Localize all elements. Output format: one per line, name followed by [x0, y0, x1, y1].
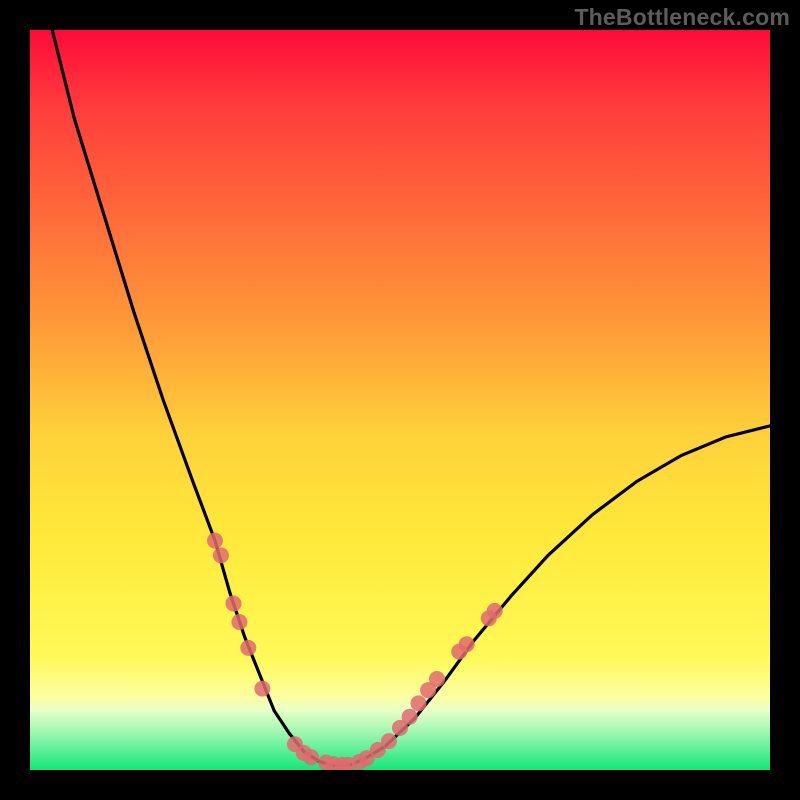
data-marker	[411, 695, 427, 711]
data-marker	[231, 614, 247, 630]
plot-area	[30, 30, 770, 770]
data-marker	[213, 547, 229, 563]
data-marker	[487, 603, 503, 619]
data-marker	[254, 681, 270, 697]
data-marker	[240, 640, 256, 656]
data-marker	[429, 671, 445, 687]
data-marker	[303, 749, 319, 765]
chart-frame: TheBottleneck.com	[0, 0, 800, 800]
data-marker	[402, 709, 418, 725]
data-marker	[381, 733, 397, 749]
bottleneck-curve	[52, 30, 770, 766]
data-marker	[459, 636, 475, 652]
attribution-label: TheBottleneck.com	[574, 4, 790, 31]
data-marker	[226, 596, 242, 612]
chart-svg	[30, 30, 770, 770]
marker-group	[207, 533, 503, 770]
data-marker	[207, 533, 223, 549]
